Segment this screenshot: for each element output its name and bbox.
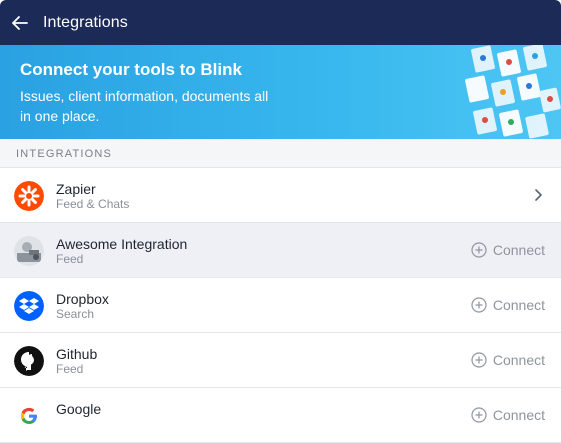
integration-desc: Feed <box>56 362 84 376</box>
connect-button[interactable]: Connect <box>471 407 545 423</box>
chevron-right-icon <box>535 189 542 201</box>
section-header: INTEGRATIONS <box>0 139 561 168</box>
integration-desc: Feed <box>56 252 84 266</box>
plus-circle-icon <box>471 352 487 368</box>
page-title: Integrations <box>43 13 128 31</box>
connect-label: Connect <box>492 297 545 313</box>
integration-desc: Search <box>56 307 95 321</box>
integration-row-google[interactable]: Google Connect <box>0 388 561 443</box>
integrations-illustration <box>465 45 561 139</box>
integration-row-github[interactable]: Github Feed Connect <box>0 333 561 388</box>
connect-button[interactable]: Connect <box>471 242 545 258</box>
plus-circle-icon <box>471 242 487 258</box>
promo-banner: Connect your tools to Blink Issues, clie… <box>0 45 561 139</box>
integration-row-dropbox[interactable]: Dropbox Search Connect <box>0 278 561 333</box>
google-logo-icon <box>14 401 44 431</box>
plus-circle-icon <box>471 407 487 423</box>
plus-circle-icon <box>471 297 487 313</box>
banner-subtitle: Issues, client information, documents al… <box>20 88 269 124</box>
connect-label: Connect <box>492 352 545 368</box>
integration-name: Github <box>56 346 98 362</box>
integration-name: Awesome Integration <box>56 236 188 252</box>
integration-row-zapier[interactable]: Zapier Feed & Chats <box>0 168 561 223</box>
integration-name: Zapier <box>56 181 96 197</box>
connect-label: Connect <box>492 407 545 423</box>
back-button[interactable] <box>10 13 30 33</box>
connect-label: Connect <box>492 242 545 258</box>
connect-button[interactable]: Connect <box>471 352 545 368</box>
connect-button[interactable]: Connect <box>471 297 545 313</box>
awesome-integration-logo-icon <box>14 236 44 266</box>
dropbox-logo-icon <box>14 291 44 321</box>
zapier-logo-icon <box>14 181 44 211</box>
integration-desc: Feed & Chats <box>56 197 130 211</box>
integration-name: Google <box>56 401 102 417</box>
banner-title: Connect your tools to Blink <box>20 60 242 79</box>
integration-name: Dropbox <box>56 291 109 307</box>
arrow-left-icon <box>12 15 28 30</box>
github-logo-icon <box>14 346 44 376</box>
integration-row-awesome[interactable]: Awesome Integration Feed Connect <box>0 223 561 278</box>
app-header: Integrations <box>0 0 561 45</box>
integrations-list: Zapier Feed & Chats Awesome Integration … <box>0 168 561 443</box>
